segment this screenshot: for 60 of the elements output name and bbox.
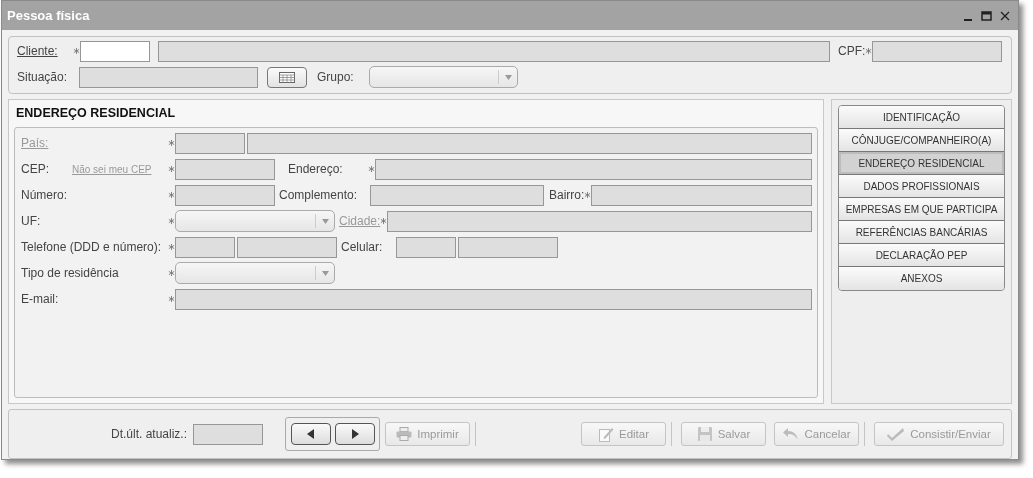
input-field[interactable]: [396, 236, 456, 258]
input-field[interactable]: [872, 40, 1003, 62]
residence-type-dropdown[interactable]: [175, 262, 335, 284]
client-code-field[interactable]: [80, 40, 150, 62]
right-triangle-icon: [349, 429, 360, 439]
pencil-icon: [597, 426, 614, 442]
input-field[interactable]: [237, 236, 337, 258]
input-field[interactable]: [458, 236, 558, 258]
input-field[interactable]: [247, 132, 812, 154]
next-button[interactable]: [334, 423, 375, 445]
field-label: CEP:: [21, 162, 50, 176]
input-field[interactable]: [175, 184, 275, 206]
section-tab[interactable]: REFERÊNCIAS BANCÁRIAS: [839, 221, 1004, 244]
input-field[interactable]: [175, 158, 275, 180]
left-triangle-icon: [305, 429, 316, 439]
section-tab[interactable]: ANEXOS: [839, 267, 1004, 290]
date-field[interactable]: [193, 423, 263, 445]
input-field[interactable]: [175, 132, 245, 154]
section-tab[interactable]: IDENTIFICAÇÃO: [839, 106, 1004, 129]
input-field[interactable]: [591, 184, 812, 206]
field-label: Telefone (DDD e número):: [21, 240, 163, 254]
section-tab[interactable]: DADOS PROFISSIONAIS: [839, 175, 1004, 198]
field-label: Situação:: [17, 70, 69, 84]
field-label: Celular:: [341, 240, 384, 254]
field-label: Dt.últ. atualiz.:: [109, 427, 187, 441]
field-label: Complemento:: [279, 188, 359, 202]
checkmark-icon: [887, 427, 906, 441]
window-title: Pessoa física: [7, 8, 90, 23]
input-field[interactable]: [387, 210, 812, 232]
field-label: Número:: [21, 188, 68, 202]
field-label: Endereço:: [288, 162, 344, 176]
input-field[interactable]: [175, 288, 812, 310]
maximize-icon[interactable]: [981, 10, 992, 21]
field-label: Grupo:: [317, 70, 355, 84]
section-tab[interactable]: ENDEREÇO RESIDENCIAL: [839, 152, 1004, 175]
printer-icon: [396, 427, 413, 441]
section-heading: ENDEREÇO RESIDENCIAL: [16, 106, 177, 120]
caret-icon: [321, 218, 329, 224]
undo-arrow-icon: [782, 427, 800, 441]
calendar-icon: [279, 71, 295, 83]
input-field[interactable]: [375, 158, 812, 180]
field-label: Bairro:: [549, 188, 585, 202]
section-tab[interactable]: DECLARAÇÃO PEP: [839, 244, 1004, 267]
section-tab[interactable]: EMPRESAS EM QUE PARTICIPA: [839, 198, 1004, 221]
previous-button[interactable]: [290, 423, 331, 445]
caret-icon: [504, 74, 512, 80]
caret-icon: [321, 270, 329, 276]
input-field[interactable]: [79, 66, 258, 88]
state-dropdown[interactable]: [175, 210, 335, 232]
input-field[interactable]: [370, 184, 544, 206]
input-field[interactable]: [175, 236, 235, 258]
field-label: E-mail:: [21, 292, 60, 306]
calendar-button[interactable]: [267, 66, 307, 88]
close-icon[interactable]: [1000, 10, 1010, 21]
section-tab[interactable]: CÔNJUGE/COMPANHEIRO(A): [839, 129, 1004, 152]
field-label: Tipo de residência: [21, 266, 120, 280]
client-link[interactable]: Cliente:: [17, 44, 73, 58]
group-dropdown[interactable]: [369, 66, 518, 88]
field-label: CPF:: [838, 44, 866, 58]
field-label: UF:: [21, 214, 42, 228]
